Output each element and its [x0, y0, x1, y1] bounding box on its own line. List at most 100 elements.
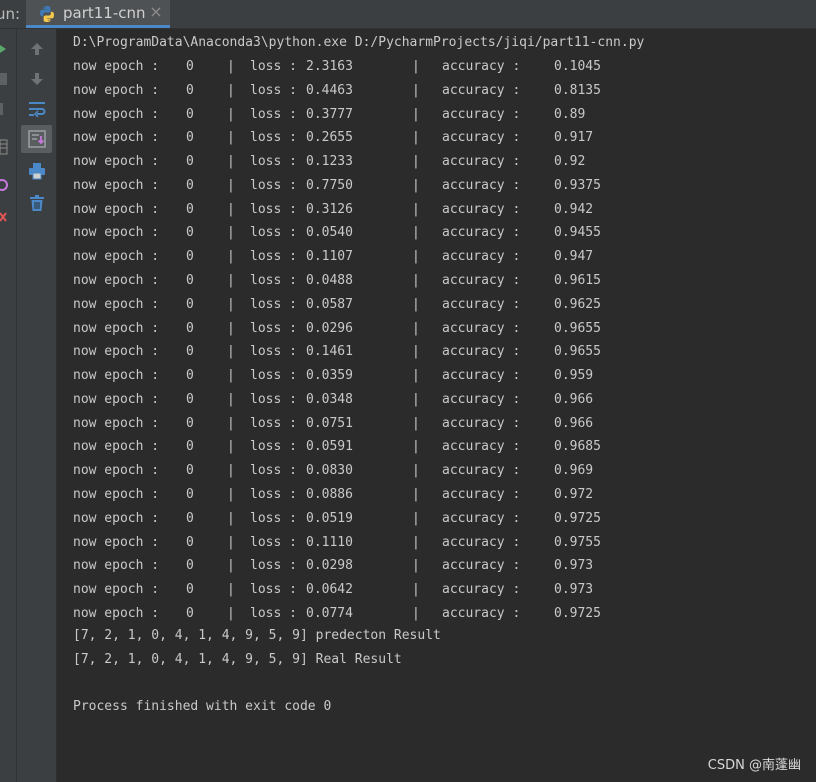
log-loss-label: loss :: [250, 130, 297, 146]
log-acc: 0.1045: [554, 59, 601, 74]
rerun-icon[interactable]: [0, 43, 8, 55]
log-epoch: 0: [186, 391, 194, 407]
print-icon: [28, 163, 45, 180]
log-epoch-label: now epoch :: [73, 510, 160, 526]
pause-icon[interactable]: [0, 101, 8, 117]
log-sep2: |: [412, 534, 420, 550]
log-acc-label: accuracy :: [442, 534, 521, 550]
log-loss-label: loss :: [250, 534, 297, 550]
log-loss-label: loss :: [250, 558, 297, 574]
log-epoch: 0: [186, 605, 194, 621]
log-epoch: 0: [186, 344, 194, 360]
log-epoch: 0: [186, 415, 194, 431]
log-acc-label: accuracy :: [442, 249, 521, 265]
log-sep1: |: [227, 368, 235, 384]
log-acc: 0.973: [554, 582, 594, 598]
console-output[interactable]: D:\ProgramData\Anaconda3\python.exe D:/P…: [57, 29, 816, 782]
log-sep1: |: [227, 605, 235, 621]
log-loss-label: loss :: [250, 154, 297, 170]
log-sep1: |: [227, 225, 235, 241]
trash-icon: [29, 195, 44, 211]
log-loss: 0.7750: [306, 177, 353, 193]
log-acc: 0.9655: [554, 344, 601, 360]
log-sep1: |: [227, 510, 235, 526]
tab-title: part11-cnn: [63, 4, 146, 22]
log-acc: 0.9625: [554, 296, 601, 312]
log-loss-label: loss :: [250, 510, 297, 526]
log-sep2: |: [412, 106, 420, 122]
prediction-result-line: [7, 2, 1, 0, 4, 1, 4, 9, 5, 9] predecton…: [73, 628, 441, 643]
clear-console-button[interactable]: [21, 189, 52, 217]
left-gutter: [0, 29, 17, 782]
log-acc: 0.9755: [554, 534, 601, 550]
log-epoch-label: now epoch :: [73, 558, 160, 574]
log-loss: 0.0359: [306, 368, 353, 384]
log-loss: 2.3163: [306, 59, 353, 74]
log-loss-label: loss :: [250, 344, 297, 360]
log-loss: 0.0642: [306, 582, 353, 598]
soft-wrap-button[interactable]: [21, 95, 52, 123]
dump-threads-icon[interactable]: [0, 139, 8, 155]
close-tab-icon[interactable]: ×: [148, 4, 164, 20]
log-epoch: 0: [186, 177, 194, 193]
run-window: un: part11-cnn × D:\ProgramData\Anaconda…: [0, 0, 816, 782]
log-acc-label: accuracy :: [442, 582, 521, 598]
log-loss: 0.2655: [306, 130, 353, 146]
log-epoch: 0: [186, 487, 194, 503]
log-epoch-label: now epoch :: [73, 177, 160, 193]
log-epoch: 0: [186, 534, 194, 550]
log-acc-label: accuracy :: [442, 106, 521, 122]
log-loss: 0.0298: [306, 558, 353, 574]
log-sep2: |: [412, 605, 420, 621]
scroll-down-button[interactable]: [21, 65, 52, 93]
log-sep2: |: [412, 463, 420, 479]
log-epoch-label: now epoch :: [73, 582, 160, 598]
log-loss-label: loss :: [250, 201, 297, 217]
settings-icon[interactable]: [0, 177, 8, 193]
log-sep1: |: [227, 154, 235, 170]
log-sep2: |: [412, 487, 420, 503]
log-epoch: 0: [186, 130, 194, 146]
log-loss: 0.0348: [306, 391, 353, 407]
log-acc-label: accuracy :: [442, 415, 521, 431]
log-acc-label: accuracy :: [442, 368, 521, 384]
log-sep1: |: [227, 558, 235, 574]
log-sep1: |: [227, 415, 235, 431]
scroll-to-end-button[interactable]: [21, 125, 52, 153]
log-sep2: |: [412, 59, 420, 74]
stop-icon[interactable]: [0, 71, 8, 87]
scroll-down-icon: [30, 73, 43, 85]
log-epoch-label: now epoch :: [73, 225, 160, 241]
log-sep2: |: [412, 154, 420, 170]
log-loss-label: loss :: [250, 296, 297, 312]
print-button[interactable]: [21, 157, 52, 185]
log-loss-label: loss :: [250, 177, 297, 193]
log-epoch-label: now epoch :: [73, 106, 160, 122]
log-epoch-label: now epoch :: [73, 249, 160, 265]
scroll-up-icon: [30, 43, 43, 55]
scroll-up-button[interactable]: [21, 35, 52, 63]
log-sep2: |: [412, 344, 420, 360]
log-loss: 0.0519: [306, 510, 353, 526]
real-result-line: [7, 2, 1, 0, 4, 1, 4, 9, 5, 9] Real Resu…: [73, 652, 402, 667]
log-acc-label: accuracy :: [442, 605, 521, 621]
log-acc-label: accuracy :: [442, 201, 521, 217]
log-acc: 0.9725: [554, 510, 601, 526]
log-sep2: |: [412, 201, 420, 217]
log-acc-label: accuracy :: [442, 59, 521, 74]
log-sep1: |: [227, 249, 235, 265]
log-epoch-label: now epoch :: [73, 273, 160, 289]
watermark: CSDN @南蓬幽: [707, 758, 801, 773]
log-loss-label: loss :: [250, 582, 297, 598]
log-epoch: 0: [186, 463, 194, 479]
log-sep1: |: [227, 534, 235, 550]
log-epoch-label: now epoch :: [73, 320, 160, 336]
log-epoch: 0: [186, 296, 194, 312]
log-sep2: |: [412, 225, 420, 241]
close-run-icon[interactable]: [0, 209, 8, 225]
log-loss-label: loss :: [250, 391, 297, 407]
log-sep2: |: [412, 249, 420, 265]
log-loss-label: loss :: [250, 106, 297, 122]
log-epoch-label: now epoch :: [73, 605, 160, 621]
log-sep2: |: [412, 368, 420, 384]
